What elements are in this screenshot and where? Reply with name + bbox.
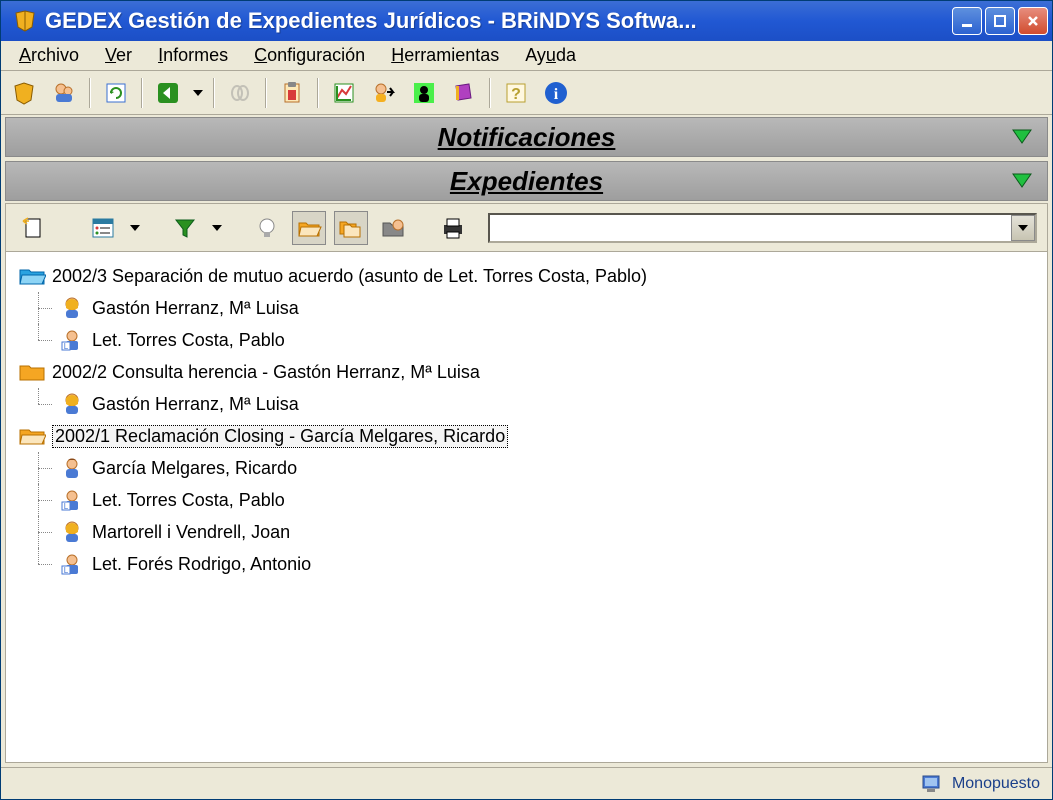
menu-herramientas[interactable]: Herramientas xyxy=(381,42,509,69)
folder-open-blue-icon xyxy=(18,264,46,288)
status-text: Monopuesto xyxy=(952,775,1040,793)
section-notificaciones-label: Notificaciones xyxy=(438,122,616,153)
expedientes-panel: 2002/3 Separación de mutuo acuerdo (asun… xyxy=(5,203,1048,763)
collapse-icon[interactable] xyxy=(1011,128,1033,146)
tree-label: Let. Torres Costa, Pablo xyxy=(92,330,285,351)
tree-folder[interactable]: 2002/3 Separación de mutuo acuerdo (asun… xyxy=(18,260,1035,292)
app-window: GEDEX Gestión de Expedientes Jurídicos -… xyxy=(0,0,1053,800)
separator xyxy=(213,78,215,108)
person-lawyer-icon: L xyxy=(58,488,86,512)
tb-info-icon[interactable]: i xyxy=(539,76,573,110)
person-male-icon xyxy=(58,456,86,480)
titlebar: GEDEX Gestión de Expedientes Jurídicos -… xyxy=(1,1,1052,41)
tb-book-icon[interactable] xyxy=(447,76,481,110)
tb-chart-icon[interactable] xyxy=(327,76,361,110)
tree-person[interactable]: Gastón Herranz, Mª Luisa xyxy=(18,388,1035,420)
person-lawyer-icon: L xyxy=(58,328,86,352)
svg-text:L: L xyxy=(64,566,69,575)
combo-dropdown-button[interactable] xyxy=(1011,215,1035,241)
tree-folder[interactable]: 2002/2 Consulta herencia - Gastón Herran… xyxy=(18,356,1035,388)
tb-clipboard-icon[interactable] xyxy=(275,76,309,110)
separator xyxy=(89,78,91,108)
section-expedientes-label: Expedientes xyxy=(450,166,603,197)
tb2-print-icon[interactable] xyxy=(436,211,470,245)
tb2-folder1-icon[interactable] xyxy=(292,211,326,245)
person-female-icon xyxy=(58,392,86,416)
separator xyxy=(317,78,319,108)
maximize-button[interactable] xyxy=(985,7,1015,35)
expedientes-toolbar xyxy=(6,204,1047,252)
tb-person-out-icon[interactable] xyxy=(367,76,401,110)
monitor-icon xyxy=(920,773,944,795)
tree-label: Let. Forés Rodrigo, Antonio xyxy=(92,554,311,575)
tb-help-icon[interactable]: ? xyxy=(499,76,533,110)
section-expedientes[interactable]: Expedientes xyxy=(5,161,1048,201)
tb-refresh-icon[interactable] xyxy=(99,76,133,110)
separator xyxy=(265,78,267,108)
search-combo[interactable] xyxy=(488,213,1037,243)
tb2-new-icon[interactable] xyxy=(16,211,50,245)
app-icon xyxy=(11,7,39,35)
tb-back-icon[interactable] xyxy=(151,76,185,110)
folder-open-icon xyxy=(18,424,46,448)
tb2-filter-dropdown[interactable] xyxy=(210,225,224,231)
tree-person[interactable]: García Melgares, Ricardo xyxy=(18,452,1035,484)
tb2-person-folder-icon[interactable] xyxy=(376,211,410,245)
tree-label-selected: 2002/1 Reclamación Closing - García Melg… xyxy=(52,425,508,448)
menu-archivo[interactable]: Archivo xyxy=(9,42,89,69)
window-title: GEDEX Gestión de Expedientes Jurídicos -… xyxy=(45,8,952,34)
tb2-folder2-icon[interactable] xyxy=(334,211,368,245)
section-notificaciones[interactable]: Notificaciones xyxy=(5,117,1048,157)
statusbar: Monopuesto xyxy=(1,767,1052,799)
tree-label: García Melgares, Ricardo xyxy=(92,458,297,479)
menu-ayuda[interactable]: Ayuda xyxy=(515,42,586,69)
tree-label: Martorell i Vendrell, Joan xyxy=(92,522,290,543)
menu-informes[interactable]: Informes xyxy=(148,42,238,69)
svg-text:L: L xyxy=(64,502,69,511)
tree-person[interactable]: Martorell i Vendrell, Joan xyxy=(18,516,1035,548)
menu-ver[interactable]: Ver xyxy=(95,42,142,69)
menu-configuracion[interactable]: Configuración xyxy=(244,42,375,69)
tree-folder[interactable]: 2002/1 Reclamación Closing - García Melg… xyxy=(18,420,1035,452)
tb2-list-dropdown[interactable] xyxy=(128,225,142,231)
tree-person[interactable]: Gastón Herranz, Mª Luisa xyxy=(18,292,1035,324)
folder-orange-icon xyxy=(18,360,46,384)
tree-person[interactable]: L Let. Torres Costa, Pablo xyxy=(18,484,1035,516)
person-female-icon xyxy=(58,296,86,320)
person-lawyer-icon: L xyxy=(58,552,86,576)
tree-label: Gastón Herranz, Mª Luisa xyxy=(92,298,299,319)
tb2-list-icon[interactable] xyxy=(86,211,120,245)
tree-person[interactable]: L Let. Forés Rodrigo, Antonio xyxy=(18,548,1035,580)
separator xyxy=(141,78,143,108)
collapse-icon[interactable] xyxy=(1011,172,1033,190)
minimize-button[interactable] xyxy=(952,7,982,35)
main-toolbar: ? i xyxy=(1,71,1052,115)
tb-home-icon[interactable] xyxy=(7,76,41,110)
close-button[interactable] xyxy=(1018,7,1048,35)
tb-back-dropdown[interactable] xyxy=(191,90,205,96)
person-female-icon xyxy=(58,520,86,544)
separator xyxy=(489,78,491,108)
tree-label: Let. Torres Costa, Pablo xyxy=(92,490,285,511)
tb-users-icon[interactable] xyxy=(47,76,81,110)
tree-label: 2002/2 Consulta herencia - Gastón Herran… xyxy=(52,362,480,383)
window-controls xyxy=(952,7,1048,35)
tb2-bulb-icon[interactable] xyxy=(250,211,284,245)
tb-person-green-icon[interactable] xyxy=(407,76,441,110)
tree-label: Gastón Herranz, Mª Luisa xyxy=(92,394,299,415)
expedientes-tree[interactable]: 2002/3 Separación de mutuo acuerdo (asun… xyxy=(6,252,1047,762)
svg-text:L: L xyxy=(64,342,69,351)
tb2-filter-icon[interactable] xyxy=(168,211,202,245)
tb-link-icon[interactable] xyxy=(223,76,257,110)
tree-label: 2002/3 Separación de mutuo acuerdo (asun… xyxy=(52,266,647,287)
svg-text:i: i xyxy=(554,86,559,103)
svg-text:?: ? xyxy=(511,86,521,103)
tree-person[interactable]: L Let. Torres Costa, Pablo xyxy=(18,324,1035,356)
menubar: Archivo Ver Informes Configuración Herra… xyxy=(1,41,1052,71)
